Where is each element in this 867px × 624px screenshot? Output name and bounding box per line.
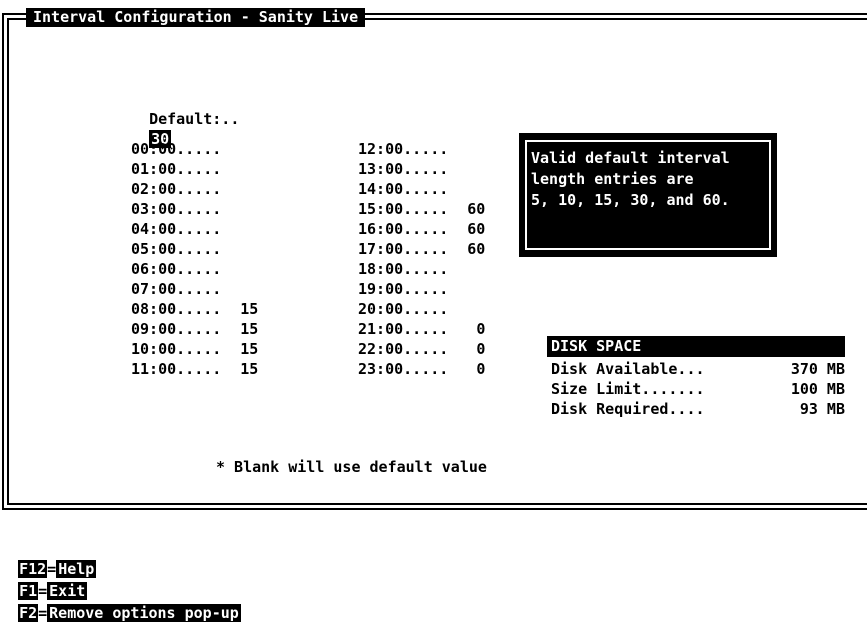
interval-field[interactable]: 0 xyxy=(457,339,485,359)
key-separator: = xyxy=(47,560,57,578)
disk-available-label: Disk Available... xyxy=(551,360,705,378)
interval-row: 14:00..... xyxy=(358,179,485,199)
interval-row: 17:00..... 60 xyxy=(358,239,485,259)
interval-row: 19:00..... xyxy=(358,279,485,299)
interval-field[interactable]: 15 xyxy=(230,339,258,359)
interval-row: 18:00..... xyxy=(358,259,485,279)
interval-row: 16:00..... 60 xyxy=(358,219,485,239)
interval-field[interactable]: 0 xyxy=(457,359,485,379)
key-name: F1 xyxy=(18,582,39,600)
interval-row: 15:00..... 60 xyxy=(358,199,485,219)
function-key-bar: F12= Help F1= Exit F2= Remove options pop-u… xyxy=(0,536,241,622)
popup-line: length entries are xyxy=(531,170,694,188)
blank-default-note: * Blank will use default value xyxy=(216,458,487,476)
disk-required-value: 93 MB xyxy=(799,400,845,418)
popup-line: Valid default interval xyxy=(531,149,730,167)
key-name: F2 xyxy=(18,604,39,622)
interval-row: 22:00..... 0 xyxy=(358,339,485,359)
interval-row: 12:00..... xyxy=(358,139,485,159)
default-label: Default:.. xyxy=(149,110,240,128)
interval-time: 20:00..... xyxy=(358,300,449,318)
interval-row: 08:00..... 15 xyxy=(131,299,258,319)
interval-time: 03:00..... xyxy=(131,200,222,218)
key-label: Help xyxy=(56,560,97,578)
options-popup-frame: Valid default interval length entries ar… xyxy=(525,140,771,250)
interval-time: 06:00..... xyxy=(131,260,222,278)
disk-available-value: 370 MB xyxy=(790,360,845,378)
key-separator: = xyxy=(38,604,48,622)
size-limit-value: 100 MB xyxy=(790,380,845,398)
interval-time: 12:00..... xyxy=(358,140,449,158)
interval-time: 18:00..... xyxy=(358,260,449,278)
key-label: Remove options pop-up xyxy=(47,604,241,622)
interval-time: 08:00..... xyxy=(131,300,222,318)
interval-row: 09:00..... 15 xyxy=(131,319,258,339)
interval-time: 14:00..... xyxy=(358,180,449,198)
interval-time: 01:00..... xyxy=(131,160,222,178)
popup-line: 5, 10, 15, 30, and 60. xyxy=(531,191,730,209)
interval-field[interactable]: 15 xyxy=(230,319,258,339)
interval-field[interactable]: 15 xyxy=(230,299,258,319)
interval-row: 07:00..... xyxy=(131,279,258,299)
interval-time: 16:00..... xyxy=(358,220,449,238)
interval-row: 00:00..... xyxy=(131,139,258,159)
interval-row: 05:00..... xyxy=(131,239,258,259)
interval-time: 19:00..... xyxy=(358,280,449,298)
disk-required-label: Disk Required.... xyxy=(551,400,705,418)
interval-time: 15:00..... xyxy=(358,200,449,218)
key-label: Exit xyxy=(47,582,88,600)
interval-time: 22:00..... xyxy=(358,340,449,358)
interval-time: 04:00..... xyxy=(131,220,222,238)
interval-field[interactable]: 60 xyxy=(457,199,485,219)
interval-time: 17:00..... xyxy=(358,240,449,258)
disk-space-heading: DISK SPACE xyxy=(547,336,845,357)
size-limit-label: Size Limit....... xyxy=(551,380,705,398)
f12-help-key[interactable]: F12= Help xyxy=(18,560,97,578)
interval-field[interactable]: 60 xyxy=(457,219,485,239)
interval-time: 07:00..... xyxy=(131,280,222,298)
interval-time: 23:00..... xyxy=(358,360,449,378)
interval-time: 11:00..... xyxy=(131,360,222,378)
key-separator: = xyxy=(38,582,48,600)
interval-row: 20:00..... xyxy=(358,299,485,319)
interval-time: 10:00..... xyxy=(131,340,222,358)
interval-time: 13:00..... xyxy=(358,160,449,178)
interval-field[interactable]: 60 xyxy=(457,239,485,259)
interval-row: 10:00..... 15 xyxy=(131,339,258,359)
interval-time: 09:00..... xyxy=(131,320,222,338)
options-popup: Valid default interval length entries ar… xyxy=(519,133,777,257)
interval-row: 13:00..... xyxy=(358,159,485,179)
interval-row: 21:00..... 0 xyxy=(358,319,485,339)
interval-row: 03:00..... xyxy=(131,199,258,219)
interval-row: 11:00..... 15 xyxy=(131,359,258,379)
interval-row: 06:00..... xyxy=(131,259,258,279)
interval-field[interactable]: 0 xyxy=(457,319,485,339)
f2-remove-popup-key[interactable]: F2= Remove options pop-up xyxy=(18,604,241,622)
interval-time: 21:00..... xyxy=(358,320,449,338)
interval-row: 04:00..... xyxy=(131,219,258,239)
interval-field[interactable]: 15 xyxy=(230,359,258,379)
interval-time: 02:00..... xyxy=(131,180,222,198)
f1-exit-key[interactable]: F1= Exit xyxy=(18,582,88,600)
key-name: F12 xyxy=(18,560,48,578)
interval-row: 23:00..... 0 xyxy=(358,359,485,379)
interval-row: 01:00..... xyxy=(131,159,258,179)
interval-row: 02:00..... xyxy=(131,179,258,199)
window-title: Interval Configuration - Sanity Live xyxy=(26,8,366,27)
interval-time: 00:00..... xyxy=(131,140,222,158)
interval-time: 05:00..... xyxy=(131,240,222,258)
